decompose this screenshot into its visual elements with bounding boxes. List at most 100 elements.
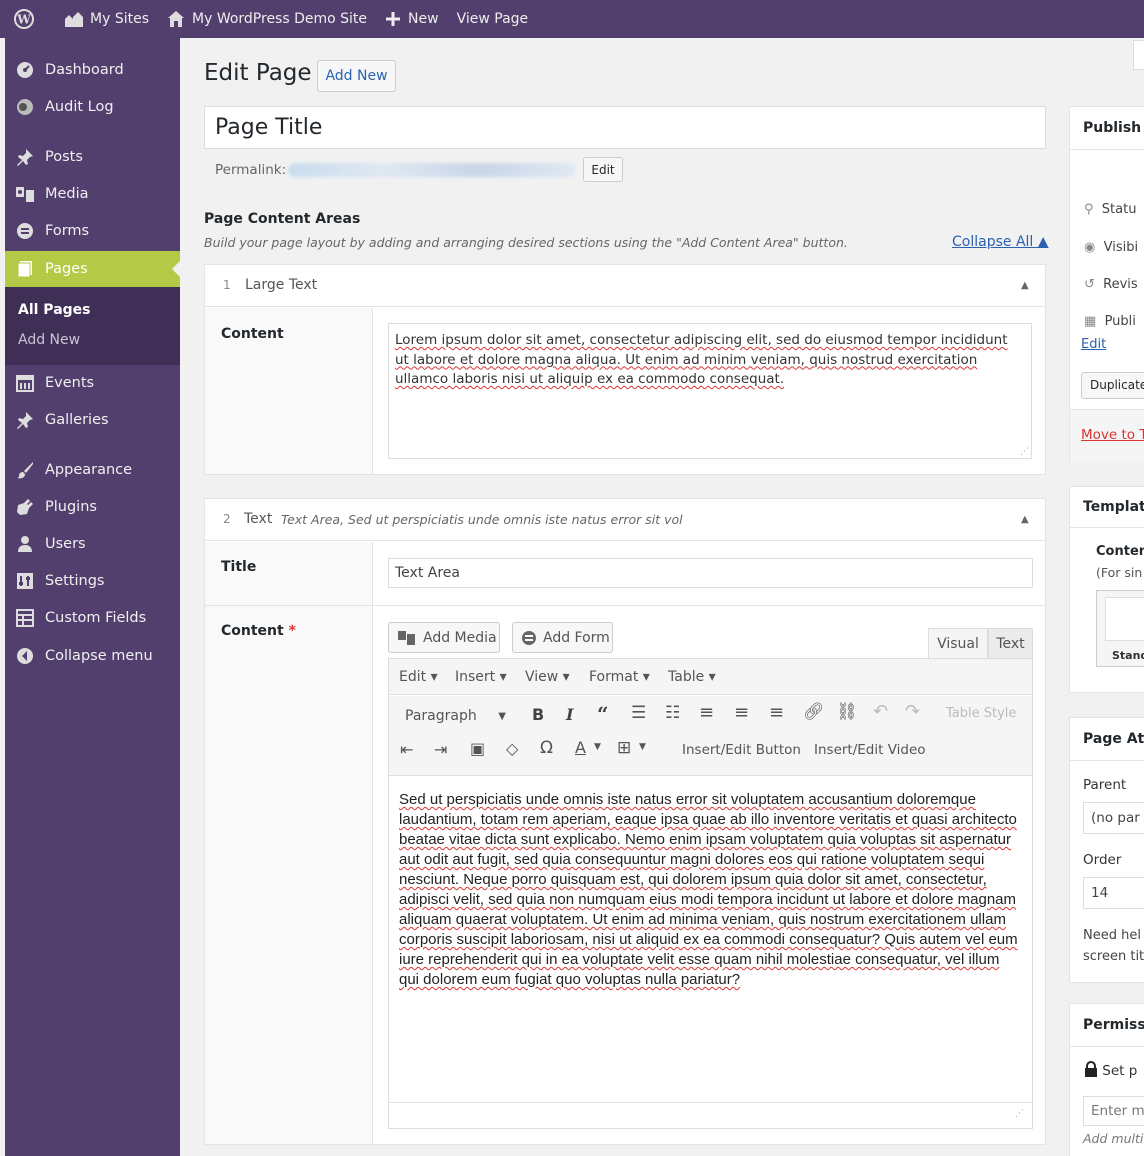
special-character-icon[interactable]: Ω bbox=[540, 738, 553, 758]
menu-item-forms[interactable]: Forms bbox=[5, 213, 180, 249]
outdent-icon[interactable]: ⇤ bbox=[400, 740, 413, 759]
wordpress-logo-button[interactable]: W bbox=[0, 0, 51, 38]
new-content-menu[interactable]: New bbox=[376, 0, 448, 38]
menu-item-settings[interactable]: Settings bbox=[5, 563, 180, 599]
area-2-header[interactable]: 2 Text Text Area, Sed ut perspiciatis un… bbox=[205, 499, 1045, 541]
area-1-content-text: Lorem ipsum dolor sit amet, consectetur … bbox=[395, 332, 1008, 387]
insert-edit-video-button[interactable]: Insert/Edit Video bbox=[814, 742, 926, 758]
home-icon bbox=[168, 11, 184, 27]
collapse-menu-button[interactable]: Collapse menu bbox=[5, 638, 180, 674]
template-content-label: Conten bbox=[1096, 544, 1144, 559]
menu-format[interactable]: Format ▾ bbox=[589, 669, 650, 685]
menu-item-events[interactable]: Events bbox=[5, 365, 180, 401]
permalink-url-blurred[interactable] bbox=[288, 163, 576, 177]
post-title-input[interactable]: Page Title bbox=[204, 106, 1046, 149]
area-2-title-label: Title bbox=[221, 559, 257, 575]
divider bbox=[1070, 149, 1144, 150]
bullet-list-icon[interactable]: ☰ bbox=[631, 703, 646, 723]
content-label-text: Content bbox=[221, 623, 284, 639]
submenu-all-pages[interactable]: All Pages bbox=[18, 302, 91, 318]
menu-item-galleries[interactable]: Galleries bbox=[5, 402, 180, 438]
menu-item-audit-log[interactable]: Audit Log bbox=[5, 89, 180, 125]
publish-date-edit-link[interactable]: Edit bbox=[1081, 337, 1106, 352]
menu-item-dashboard[interactable]: Dashboard bbox=[5, 52, 180, 88]
menu-view[interactable]: View ▾ bbox=[525, 669, 570, 685]
area-toggle-arrow-icon[interactable]: ▲ bbox=[1021, 280, 1029, 291]
admin-bar: W My Sites My WordPress Demo Site New Vi… bbox=[0, 0, 1144, 38]
parent-label: Parent bbox=[1083, 777, 1127, 793]
duplicate-button[interactable]: Duplicate bbox=[1081, 372, 1144, 399]
area-toggle-arrow-icon[interactable]: ▲ bbox=[1021, 514, 1029, 525]
italic-icon[interactable]: I bbox=[566, 705, 573, 724]
template-thumb-label: Stand bbox=[1112, 649, 1144, 662]
menu-item-media[interactable]: Media bbox=[5, 176, 180, 212]
permissions-input[interactable]: Enter m bbox=[1083, 1096, 1144, 1126]
menu-item-custom-fields[interactable]: Custom Fields bbox=[5, 600, 180, 636]
bold-icon[interactable]: B bbox=[532, 705, 544, 724]
template-hint: (For sin bbox=[1096, 565, 1143, 580]
area-subtitle: Text Area, Sed ut perspiciatis unde omni… bbox=[281, 512, 683, 527]
tab-text[interactable]: Text bbox=[988, 628, 1033, 658]
indent-icon[interactable]: ⇥ bbox=[434, 740, 447, 759]
editor-body[interactable]: Sed ut perspiciatis unde omnis iste natu… bbox=[399, 790, 1023, 990]
add-media-button[interactable]: Add Media bbox=[388, 622, 500, 653]
align-left-icon[interactable]: ≡ bbox=[699, 702, 714, 723]
parent-select[interactable]: (no par bbox=[1083, 802, 1144, 834]
my-sites-menu[interactable]: My Sites bbox=[51, 0, 158, 38]
chevron-down-icon[interactable]: ▼ bbox=[594, 742, 601, 752]
tab-visual[interactable]: Visual bbox=[928, 628, 988, 658]
menu-edit[interactable]: Edit ▾ bbox=[399, 669, 438, 685]
table-icon[interactable]: ⊞ bbox=[617, 738, 631, 758]
eye-icon: ◉ bbox=[1084, 240, 1096, 255]
resize-handle-icon[interactable]: ⋰ bbox=[1015, 1109, 1024, 1119]
collapse-all-link[interactable]: Collapse All ▲ bbox=[952, 234, 1049, 250]
menu-item-plugins[interactable]: Plugins bbox=[5, 489, 180, 525]
help-text-line1: Need hel bbox=[1083, 928, 1141, 943]
undo-icon[interactable]: ↶ bbox=[873, 701, 888, 722]
clear-formatting-icon[interactable]: ◇ bbox=[506, 739, 518, 758]
plugins-icon bbox=[15, 497, 35, 517]
menu-item-posts[interactable]: Posts bbox=[5, 139, 180, 175]
menu-table[interactable]: Table ▾ bbox=[668, 669, 716, 685]
area-2-title-input[interactable]: Text Area bbox=[388, 558, 1033, 588]
calendar-icon: ▦ bbox=[1084, 314, 1097, 329]
format-select[interactable]: Paragraph ▼ bbox=[396, 703, 515, 729]
order-input[interactable]: 14 bbox=[1083, 877, 1144, 909]
paste-as-text-icon[interactable]: ▣ bbox=[470, 739, 485, 758]
add-form-button[interactable]: Add Form bbox=[512, 622, 613, 653]
add-new-page-button[interactable]: Add New bbox=[317, 60, 396, 92]
table-style-button[interactable]: Table Style bbox=[946, 706, 1016, 721]
insert-edit-button-button[interactable]: Insert/Edit Button bbox=[682, 742, 801, 758]
blockquote-icon[interactable]: “ bbox=[597, 702, 609, 726]
area-number: 1 bbox=[223, 278, 231, 292]
template-standard-thumb[interactable]: Stand bbox=[1096, 590, 1144, 667]
redo-icon[interactable]: ↷ bbox=[905, 701, 920, 722]
unlink-icon[interactable]: ⛓︎ bbox=[836, 702, 858, 722]
link-icon[interactable]: 🔗︎ bbox=[803, 702, 825, 722]
area-1-header[interactable]: 1 Large Text ▲ bbox=[205, 265, 1045, 307]
new-label: New bbox=[408, 11, 439, 27]
chevron-down-icon[interactable]: ▼ bbox=[639, 742, 646, 752]
align-right-icon[interactable]: ≡ bbox=[769, 702, 784, 723]
menu-item-appearance[interactable]: Appearance bbox=[5, 452, 180, 488]
move-to-trash-link[interactable]: Move to T bbox=[1081, 427, 1144, 443]
resize-handle-icon[interactable]: ⋰ bbox=[1020, 447, 1029, 457]
site-name-menu[interactable]: My WordPress Demo Site bbox=[158, 0, 376, 38]
area-1-content-textarea[interactable]: Lorem ipsum dolor sit amet, consectetur … bbox=[388, 323, 1032, 459]
menu-item-pages[interactable]: Pages bbox=[5, 251, 180, 287]
required-mark: * bbox=[288, 623, 296, 639]
menu-label: Media bbox=[45, 186, 89, 202]
permalink-edit-button[interactable]: Edit bbox=[583, 157, 623, 182]
align-center-icon[interactable]: ≡ bbox=[734, 702, 749, 723]
menu-insert[interactable]: Insert ▾ bbox=[455, 669, 507, 685]
audit-log-icon bbox=[15, 97, 35, 117]
text-color-icon[interactable]: A bbox=[575, 738, 586, 757]
rich-text-editor: Edit ▾ Insert ▾ View ▾ Format ▾ Table ▾ … bbox=[388, 658, 1033, 1129]
view-page-link[interactable]: View Page bbox=[448, 0, 538, 38]
menu-item-users[interactable]: Users bbox=[5, 526, 180, 562]
submenu-add-new[interactable]: Add New bbox=[18, 332, 80, 348]
screen-options-tab[interactable] bbox=[1133, 40, 1144, 70]
numbered-list-icon[interactable]: ☷ bbox=[665, 703, 680, 723]
content-area-1: 1 Large Text ▲ Content Lorem ipsum dolor… bbox=[204, 264, 1046, 475]
add-form-label: Add Form bbox=[543, 629, 610, 646]
